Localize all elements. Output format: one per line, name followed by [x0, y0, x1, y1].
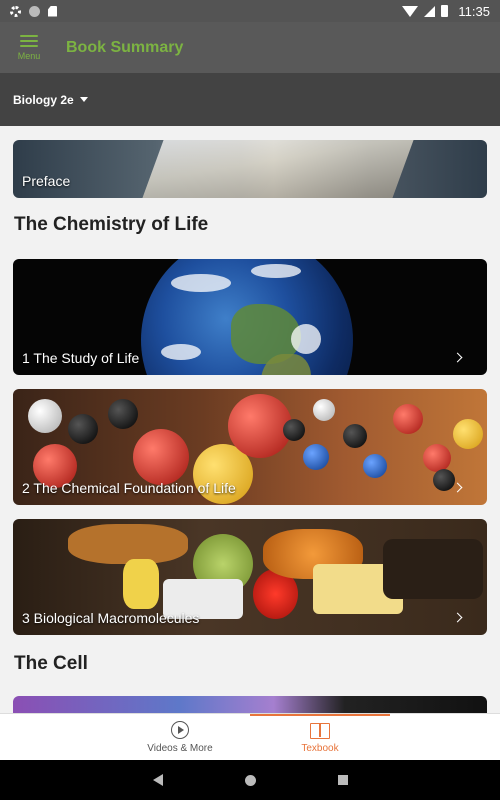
sd-card-icon — [48, 5, 57, 17]
card-label: 1 The Study of Life — [22, 350, 140, 366]
card-label: 2 The Chemical Foundation of Life — [22, 480, 236, 496]
open-book-image — [142, 140, 414, 198]
battery-icon — [441, 5, 449, 17]
section-title: The Cell — [14, 653, 88, 674]
settings-icon — [10, 5, 21, 17]
android-nav-bar — [0, 760, 500, 800]
recents-icon[interactable] — [337, 775, 348, 785]
tab-videos-and-more[interactable]: Videos & More — [110, 714, 250, 761]
circle-icon — [29, 5, 40, 17]
bottom-nav: Videos & More Texbook — [0, 713, 500, 760]
card-preface[interactable]: Preface — [13, 140, 487, 198]
app-bar: Menu Book Summary — [0, 22, 500, 73]
chevron-right-icon — [452, 482, 463, 493]
earth-image — [141, 259, 353, 375]
card-chapter-3[interactable]: 3 Biological Macromolecules — [13, 519, 487, 635]
chapter-list[interactable]: Preface The Chemistry of Life 1 The Stud… — [0, 126, 500, 713]
book-open-icon — [310, 723, 330, 739]
tab-textbook[interactable]: Texbook — [250, 714, 390, 761]
status-bar: 11:35 — [0, 0, 500, 22]
clock-time: 11:35 — [458, 3, 490, 19]
chevron-right-icon — [452, 612, 463, 623]
card-cell-preview[interactable] — [13, 696, 487, 713]
tab-label: Texbook — [301, 743, 339, 754]
home-icon[interactable] — [244, 774, 256, 786]
back-icon[interactable] — [152, 774, 163, 786]
card-label: Preface — [22, 173, 71, 189]
menu-button[interactable]: Menu — [0, 22, 58, 73]
book-selector-bar: Biology 2e — [0, 73, 500, 126]
card-chapter-2[interactable]: 2 The Chemical Foundation of Life — [13, 389, 487, 505]
caret-down-icon — [79, 97, 88, 102]
card-label: 3 Biological Macromolecules — [22, 610, 200, 626]
tab-label: Videos & More — [147, 743, 213, 754]
wifi-icon — [402, 5, 419, 17]
menu-label: Menu — [17, 50, 41, 61]
hamburger-icon — [20, 34, 38, 47]
card-chapter-1[interactable]: 1 The Study of Life — [13, 259, 487, 375]
signal-icon — [424, 5, 436, 17]
section-title: The Chemistry of Life — [14, 214, 209, 235]
book-selector-dropdown[interactable]: Biology 2e — [13, 93, 88, 107]
play-circle-icon — [171, 721, 189, 739]
page-title: Book Summary — [66, 38, 184, 56]
chevron-right-icon — [452, 352, 463, 363]
selected-book-label: Biology 2e — [13, 92, 74, 107]
